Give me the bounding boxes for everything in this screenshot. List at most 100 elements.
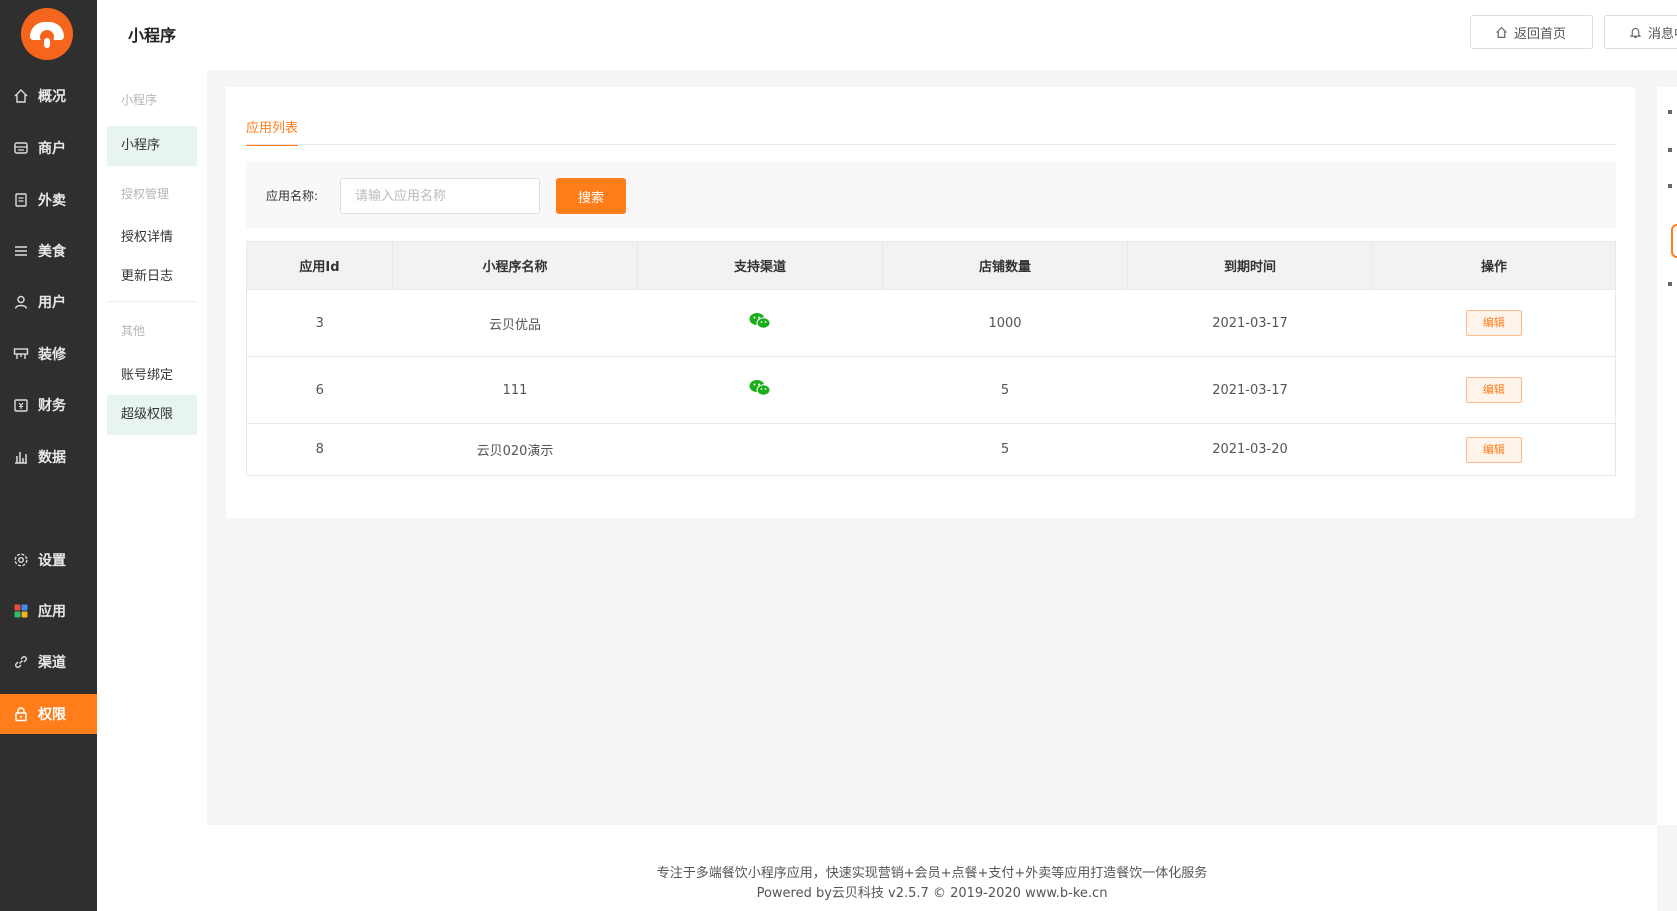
table-row: 3 云贝优品 1000 2021-03-17 编辑	[246, 289, 1616, 357]
cell-expire: 2021-03-17	[1127, 289, 1373, 357]
app-name-search-input[interactable]	[340, 178, 540, 214]
cell-name: 云贝020演示	[392, 423, 638, 476]
page-title: 小程序	[128, 26, 177, 45]
nav-item-label: 应用	[38, 604, 66, 620]
nav-item-apps[interactable]: 应用	[0, 591, 97, 631]
footer-slogan: 专注于多端餐饮小程序应用，快速实现营销+会员+点餐+支付+外卖等应用打造餐饮一体…	[656, 866, 1208, 881]
edit-button[interactable]: 编辑	[1465, 436, 1522, 463]
cell-id: 8	[246, 423, 393, 476]
cell-channel	[637, 423, 883, 476]
chart-icon	[12, 448, 30, 466]
menu-icon	[12, 242, 30, 260]
wechat-icon	[749, 312, 771, 330]
panel-marker	[1668, 148, 1672, 152]
user-icon	[12, 293, 30, 311]
apps-icon	[12, 602, 30, 620]
cell-name: 云贝优品	[392, 289, 638, 357]
filter-label: 应用名称:	[266, 189, 319, 203]
nav-item-label: 商户	[38, 141, 66, 157]
nav-item-channel[interactable]: 渠道	[0, 642, 97, 682]
cell-id: 6	[246, 356, 393, 424]
nav-item-label: 用户	[38, 295, 66, 311]
footer-copyright: Powered by云贝科技 v2.5.7 © 2019-2020 www.b-…	[756, 886, 1108, 901]
nav-item-label: 财务	[38, 398, 66, 414]
nav-item-merchant[interactable]: 商户	[0, 128, 97, 168]
cell-expire: 2021-03-20	[1127, 423, 1373, 476]
cell-action: 编辑	[1372, 423, 1616, 476]
subnav-item-changelog[interactable]: 更新日志	[107, 257, 197, 297]
cell-expire: 2021-03-17	[1127, 356, 1373, 424]
edit-button[interactable]: 编辑	[1465, 377, 1522, 403]
tab-app-list[interactable]: 应用列表	[246, 117, 299, 146]
nav-item-finance[interactable]: 财务	[0, 385, 97, 425]
subnav-group-other: 其他	[121, 324, 146, 338]
search-button[interactable]: 搜索	[556, 178, 626, 214]
link-icon	[12, 653, 30, 671]
nav-item-settings[interactable]: 设置	[0, 540, 97, 580]
message-button[interactable]: 消息中	[1604, 15, 1677, 49]
home-icon	[12, 87, 30, 105]
nav-item-label: 权限	[38, 707, 66, 723]
table-row: 8 云贝020演示 5 2021-03-20 编辑	[246, 423, 1616, 476]
panel-tab-handle[interactable]	[1671, 224, 1677, 258]
finance-icon	[12, 396, 30, 414]
subnav-item-account-bind[interactable]: 账号绑定	[107, 356, 197, 396]
column-header-action: 操作	[1372, 241, 1616, 290]
cell-action: 编辑	[1372, 356, 1616, 424]
column-header-name: 小程序名称	[392, 241, 638, 290]
cell-channel	[637, 289, 883, 357]
page-footer: 专注于多端餐饮小程序应用，快速实现营销+会员+点餐+支付+外卖等应用打造餐饮一体…	[207, 825, 1657, 911]
home-button-label: 返回首页	[1514, 26, 1567, 42]
nav-item-label: 装修	[38, 347, 66, 363]
subnav-item-miniprogram[interactable]: 小程序	[107, 126, 197, 166]
subnav-group-auth: 授权管理	[121, 187, 170, 201]
subnav-item-auth-detail[interactable]: 授权详情	[107, 218, 197, 258]
subnav-divider	[107, 301, 197, 302]
cell-shop-count: 1000	[882, 289, 1128, 357]
cell-shop-count: 5	[882, 356, 1128, 424]
nav-item-permission[interactable]: 权限	[0, 694, 97, 734]
secondary-sidebar: 小程序 小程序 授权管理 授权详情 更新日志 其他 账号绑定 超级权限	[97, 70, 207, 911]
cell-channel	[637, 356, 883, 424]
gear-icon	[12, 551, 30, 569]
nav-item-takeout[interactable]: 外卖	[0, 180, 97, 220]
right-side-panel	[1657, 87, 1677, 825]
wechat-icon	[749, 379, 771, 397]
nav-item-user[interactable]: 用户	[0, 282, 97, 322]
subnav-item-super-permission[interactable]: 超级权限	[107, 395, 197, 435]
column-header-shop-count: 店铺数量	[882, 241, 1128, 290]
decorate-icon	[12, 345, 30, 363]
column-header-id: 应用Id	[246, 241, 393, 290]
column-header-channel: 支持渠道	[637, 241, 883, 290]
panel-marker	[1668, 184, 1672, 188]
home-icon	[1495, 26, 1508, 39]
home-button[interactable]: 返回首页	[1470, 15, 1593, 49]
panel-marker	[1668, 110, 1672, 114]
table-row: 6 111 5 2021-03-17 编辑	[246, 356, 1616, 424]
nav-item-label: 外卖	[38, 193, 66, 209]
nav-item-label: 渠道	[38, 655, 66, 671]
filter-bar: 应用名称: 搜索	[246, 162, 1616, 228]
cell-name: 111	[392, 356, 638, 424]
nav-item-overview[interactable]: 概况	[0, 76, 97, 116]
edit-button[interactable]: 编辑	[1465, 310, 1522, 336]
nav-item-data[interactable]: 数据	[0, 437, 97, 477]
panel-marker	[1668, 282, 1672, 286]
main-sidebar: 概况 商户 外卖 美食 用户 装修 财务 数据 设置 应用 渠道 权限	[0, 0, 97, 911]
takeout-icon	[12, 191, 30, 209]
cell-id: 3	[246, 289, 393, 357]
logo	[21, 8, 73, 60]
nav-item-label: 美食	[38, 244, 66, 260]
nav-item-decorate[interactable]: 装修	[0, 334, 97, 374]
app-list-card: 应用列表 应用名称: 搜索 应用Id 小程序名称 支持渠道 店铺数量 到期时间 …	[226, 87, 1635, 518]
bell-icon	[1629, 26, 1642, 39]
nav-item-food[interactable]: 美食	[0, 231, 97, 271]
tab-underline	[246, 144, 1616, 145]
nav-item-label: 设置	[38, 553, 66, 569]
nav-item-label: 数据	[38, 450, 66, 466]
top-header: 小程序 返回首页 消息中	[97, 0, 1677, 70]
nav-item-label: 概况	[38, 89, 66, 105]
app-table: 应用Id 小程序名称 支持渠道 店铺数量 到期时间 操作 3 云贝优品 1000…	[246, 241, 1616, 476]
lock-icon	[12, 705, 30, 723]
cell-shop-count: 5	[882, 423, 1128, 476]
